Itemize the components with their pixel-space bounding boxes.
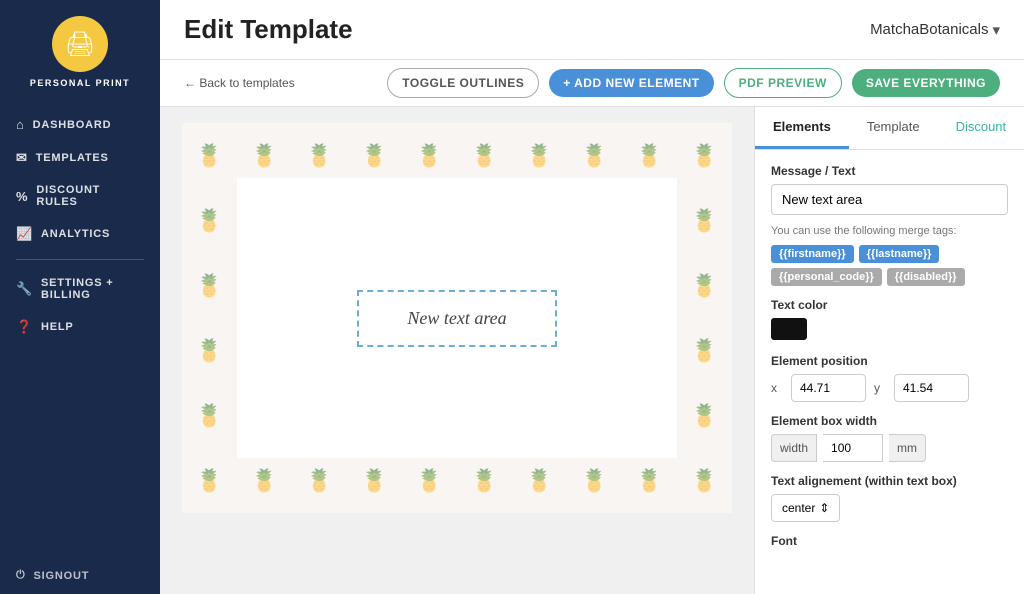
- signout-label: SIGNOUT: [34, 570, 90, 582]
- sidebar-item-analytics[interactable]: 📈 ANALYTICS: [0, 217, 160, 251]
- chevron-down-icon[interactable]: ▾: [992, 21, 1000, 39]
- x-position-input[interactable]: [791, 374, 866, 402]
- tab-template[interactable]: Template: [849, 107, 938, 149]
- color-swatch[interactable]: [771, 318, 807, 340]
- content-area: 🍍 🍍 🍍 🍍 🍍 🍍 🍍 🍍 🍍 🍍 🍍 🍍 🍍 🍍 🍍: [160, 107, 1024, 594]
- text-color-label: Text color: [771, 298, 1008, 312]
- toggle-outlines-button[interactable]: TOGGLE OUTLINES: [387, 68, 539, 98]
- pineapple-cell: 🍍: [182, 318, 237, 383]
- pineapple-cell: 🍍: [182, 123, 237, 188]
- pineapple-cell: 🍍: [677, 383, 732, 448]
- sidebar-item-dashboard[interactable]: ⌂ DASHBOARD: [0, 108, 160, 141]
- alignment-value: center: [782, 501, 815, 515]
- sidebar-item-settings-billing[interactable]: 🔧 SETTINGS + BILLING: [0, 268, 160, 310]
- sidebar-nav: ⌂ DASHBOARD ✉ TEMPLATES % DISCOUNT RULES…: [0, 100, 160, 557]
- dashboard-icon: ⌂: [16, 117, 25, 132]
- width-unit: mm: [889, 434, 926, 462]
- pineapple-cell: 🍍: [677, 253, 732, 318]
- header: Edit Template MatchaBotanicals ▾: [160, 0, 1024, 60]
- merge-tag-personal-code[interactable]: {{personal_code}}: [771, 268, 882, 286]
- analytics-icon: 📈: [16, 226, 33, 242]
- pineapple-cell: 🍍: [677, 188, 732, 253]
- merge-tag-firstname[interactable]: {{firstname}}: [771, 245, 854, 263]
- pineapple-cell: 🍍: [182, 448, 237, 513]
- header-brand: MatchaBotanicals ▾: [870, 21, 1000, 39]
- element-position-label: Element position: [771, 354, 1008, 368]
- merge-hint: You can use the following merge tags:: [771, 225, 1008, 237]
- pineapple-cell: 🍍: [677, 318, 732, 383]
- alignment-select[interactable]: center ⇕: [771, 494, 840, 522]
- tab-discount[interactable]: Discount: [938, 107, 1024, 149]
- message-input[interactable]: [771, 184, 1008, 215]
- element-box-width-label: Element box width: [771, 414, 1008, 428]
- right-panel: Elements Template Discount Message / Tex…: [754, 107, 1024, 594]
- text-element[interactable]: New text area: [357, 290, 557, 347]
- sidebar-item-help[interactable]: ❓ HELP: [0, 310, 160, 344]
- tab-elements[interactable]: Elements: [755, 107, 849, 149]
- sidebar-bottom: ⏻ SIGNOUT: [0, 557, 160, 594]
- logo-circle: 🖨: [52, 16, 108, 72]
- sidebar-item-templates[interactable]: ✉ TEMPLATES: [0, 141, 160, 175]
- y-label: y: [874, 381, 886, 395]
- sidebar-item-label: DASHBOARD: [33, 119, 112, 131]
- pineapple-cell: 🍍: [677, 448, 732, 513]
- nav-divider: [16, 259, 144, 260]
- add-new-element-button[interactable]: + ADD NEW ELEMENT: [549, 69, 713, 97]
- pineapple-cell: 🍍: [677, 123, 732, 188]
- position-row: x y: [771, 374, 1008, 402]
- sidebar-logo: 🖨 PERSONAL PRINT: [0, 0, 160, 100]
- merge-tags-container: {{firstname}} {{lastname}} {{personal_co…: [771, 245, 1008, 286]
- templates-icon: ✉: [16, 150, 28, 166]
- merge-tag-disabled[interactable]: {{disabled}}: [887, 268, 965, 286]
- width-row: width mm: [771, 434, 1008, 462]
- discount-icon: %: [16, 189, 28, 204]
- alignment-select-row: center ⇕: [771, 494, 1008, 522]
- signout-icon: ⏻: [16, 569, 26, 582]
- y-position-input[interactable]: [894, 374, 969, 402]
- panel-tabs: Elements Template Discount: [755, 107, 1024, 150]
- settings-icon: 🔧: [16, 281, 33, 297]
- message-label: Message / Text: [771, 164, 1008, 178]
- width-input[interactable]: [823, 434, 883, 462]
- sidebar-brand: PERSONAL PRINT: [30, 78, 130, 88]
- save-everything-button[interactable]: SAVE EVERYTHING: [852, 69, 1000, 97]
- panel-content: Message / Text You can use the following…: [755, 150, 1024, 568]
- sidebar-item-label: SETTINGS + BILLING: [41, 277, 144, 301]
- font-label: Font: [771, 534, 1008, 548]
- sidebar: 🖨 PERSONAL PRINT ⌂ DASHBOARD ✉ TEMPLATES…: [0, 0, 160, 594]
- sidebar-item-label: TEMPLATES: [36, 152, 109, 164]
- sidebar-item-discount-rules[interactable]: % DISCOUNT RULES: [0, 175, 160, 217]
- pineapple-cell: 🍍: [182, 188, 237, 253]
- text-alignment-label: Text alignement (within text box): [771, 474, 1008, 488]
- help-icon: ❓: [16, 319, 33, 335]
- x-label: x: [771, 381, 783, 395]
- printer-icon: 🖨: [65, 30, 95, 59]
- sidebar-item-label: ANALYTICS: [41, 228, 110, 240]
- canvas-white-area: New text area: [237, 178, 677, 458]
- signout-button[interactable]: ⏻ SIGNOUT: [16, 569, 144, 582]
- pineapple-cell: 🍍: [182, 383, 237, 448]
- template-canvas[interactable]: 🍍 🍍 🍍 🍍 🍍 🍍 🍍 🍍 🍍 🍍 🍍 🍍 🍍 🍍 🍍: [182, 123, 732, 513]
- toolbar: ← Back to templates TOGGLE OUTLINES + AD…: [160, 60, 1024, 107]
- back-to-templates-link[interactable]: ← Back to templates: [184, 76, 295, 90]
- width-label: width: [771, 434, 817, 462]
- pdf-preview-button[interactable]: PDF PREVIEW: [724, 68, 842, 98]
- page-title: Edit Template: [184, 14, 353, 45]
- canvas-area: 🍍 🍍 🍍 🍍 🍍 🍍 🍍 🍍 🍍 🍍 🍍 🍍 🍍 🍍 🍍: [160, 107, 754, 594]
- main-content: Edit Template MatchaBotanicals ▾ ← Back …: [160, 0, 1024, 594]
- pineapple-cell: 🍍: [182, 253, 237, 318]
- brand-name: MatchaBotanicals: [870, 21, 988, 38]
- sidebar-item-label: HELP: [41, 321, 74, 333]
- sidebar-item-label: DISCOUNT RULES: [36, 184, 144, 208]
- merge-tag-lastname[interactable]: {{lastname}}: [859, 245, 940, 263]
- select-chevron-icon: ⇕: [819, 501, 829, 515]
